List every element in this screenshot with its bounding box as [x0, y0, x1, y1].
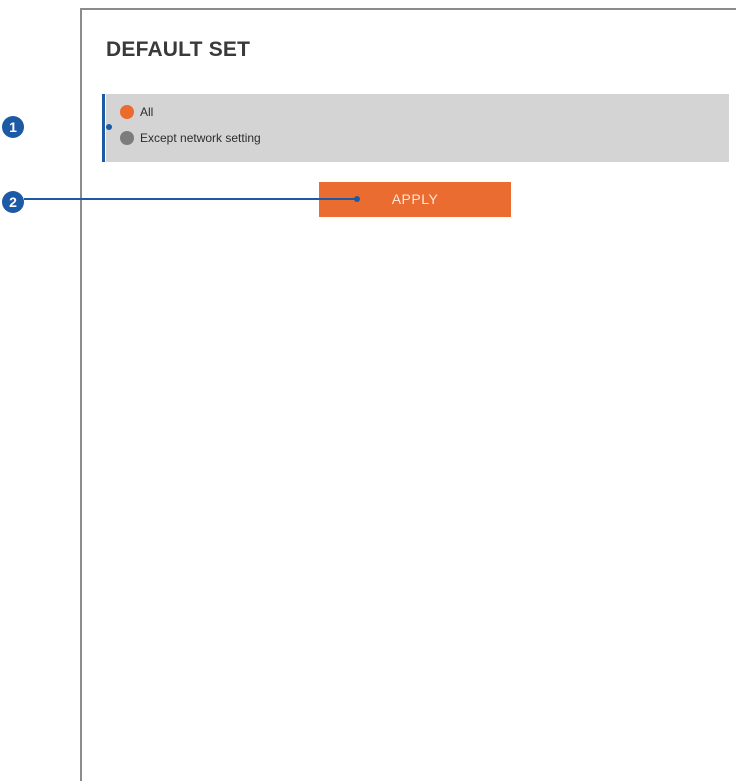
callout-2-dot — [354, 196, 360, 202]
manual-screenshot: DEFAULT SET All Except network setting A… — [0, 0, 736, 781]
callout-2-leader-line — [24, 198, 356, 200]
default-set-options-panel: All Except network setting — [106, 94, 729, 162]
page-title: DEFAULT SET — [106, 38, 251, 61]
option-except-network-setting-label: Except network setting — [140, 131, 261, 145]
radio-button-selected[interactable] — [120, 105, 134, 119]
callout-2-marker: 2 — [2, 191, 24, 213]
option-all-label: All — [140, 105, 154, 119]
callout-1-dot — [106, 124, 112, 130]
callout-1-bracket — [102, 94, 105, 162]
callout-1-marker: 1 — [2, 116, 24, 138]
radio-button-unselected[interactable] — [120, 131, 134, 145]
option-all[interactable]: All — [120, 104, 153, 120]
option-except-network-setting[interactable]: Except network setting — [120, 130, 261, 146]
